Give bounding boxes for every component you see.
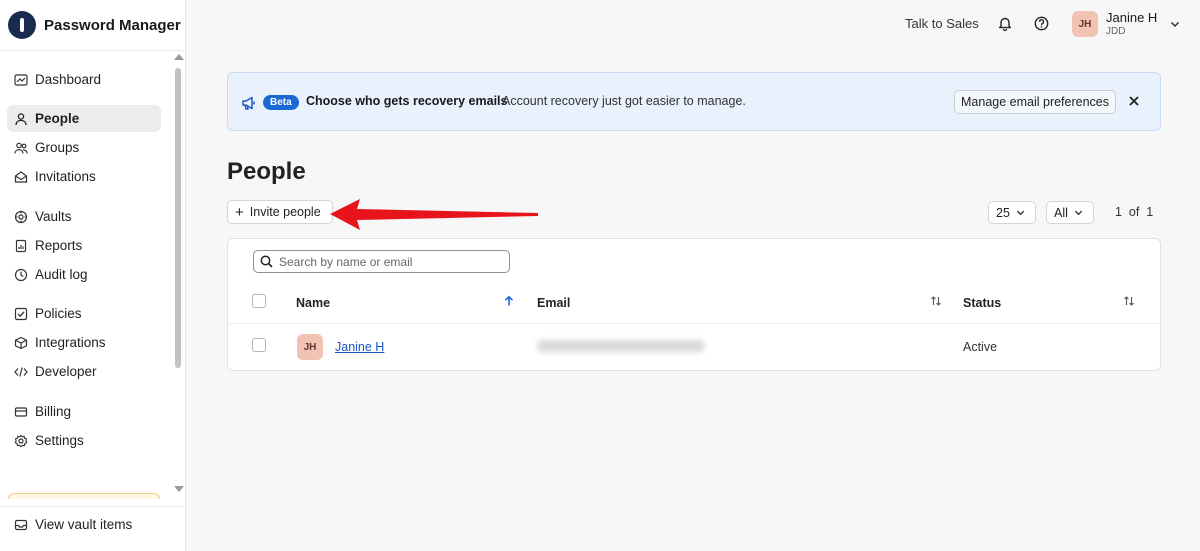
- avatar: JH: [297, 334, 323, 360]
- people-table: Name Email Status JH Janine H Active: [227, 238, 1161, 371]
- sidebar-item-invitations[interactable]: Invitations: [7, 163, 161, 190]
- code-icon: [14, 365, 28, 379]
- chevron-down-icon: [1016, 210, 1025, 216]
- sidebar-item-policies[interactable]: Policies: [7, 300, 161, 327]
- pagination-text: 1 of 1: [1115, 205, 1154, 219]
- sidebar-item-label: Billing: [35, 404, 72, 419]
- search-input[interactable]: [279, 254, 499, 269]
- sidebar-item-label: Policies: [35, 306, 82, 321]
- bell-icon[interactable]: [996, 14, 1014, 32]
- sidebar-item-reports[interactable]: Reports: [7, 232, 161, 259]
- group-icon: [14, 141, 28, 155]
- status-text: Active: [963, 340, 998, 354]
- search-icon: [260, 255, 273, 268]
- sort-icon[interactable]: [930, 295, 942, 307]
- help-icon[interactable]: [1032, 14, 1050, 32]
- person-icon: [14, 112, 28, 126]
- invite-people-label: Invite people: [249, 205, 321, 219]
- plus-icon: +: [235, 203, 244, 221]
- email-redacted: [537, 340, 705, 352]
- sidebar-item-audit-log[interactable]: Audit log: [7, 261, 161, 288]
- sidebar-item-settings[interactable]: Settings: [7, 427, 161, 454]
- sidebar-scrollbar[interactable]: [172, 52, 184, 496]
- person-name-link[interactable]: Janine H: [335, 340, 384, 354]
- checklist-icon: [14, 307, 28, 321]
- keyhole-logo-icon: [8, 11, 36, 39]
- user-org: JDD: [1106, 26, 1126, 37]
- card-icon: [14, 405, 28, 419]
- sidebar-item-groups[interactable]: Groups: [7, 134, 161, 161]
- divider: [228, 323, 1160, 324]
- sidebar-item-billing[interactable]: Billing: [7, 398, 161, 425]
- filter-value: All: [1054, 205, 1068, 220]
- row-checkbox[interactable]: [252, 338, 266, 352]
- page-size-select[interactable]: 25: [988, 201, 1036, 224]
- sidebar-item-label: Groups: [35, 140, 80, 155]
- scroll-up-arrow-icon[interactable]: [174, 54, 184, 60]
- megaphone-icon: [242, 96, 255, 110]
- sidebar-item-label: Vaults: [35, 209, 72, 224]
- banner-title: Choose who gets recovery emails: [306, 94, 508, 108]
- app-name: Password Manager: [44, 16, 181, 34]
- report-icon: [14, 239, 28, 253]
- filter-select[interactable]: All: [1046, 201, 1094, 224]
- page-title: People: [227, 158, 306, 185]
- sidebar-item-people[interactable]: People: [7, 105, 161, 132]
- envelope-icon: [14, 170, 28, 184]
- recovery-email-banner: Beta Choose who gets recovery emails Acc…: [227, 72, 1161, 131]
- sidebar-item-view-vault-items[interactable]: View vault items: [7, 511, 161, 538]
- scroll-down-arrow-icon[interactable]: [174, 486, 184, 492]
- tray-icon: [14, 518, 28, 532]
- cube-icon: [14, 336, 28, 350]
- user-name[interactable]: Janine H: [1106, 10, 1157, 25]
- column-header-status[interactable]: Status: [963, 296, 1001, 310]
- sidebar-item-label: Reports: [35, 238, 83, 253]
- invite-people-button[interactable]: + Invite people: [227, 200, 333, 224]
- sidebar-item-label: Developer: [35, 364, 97, 379]
- sidebar-item-integrations[interactable]: Integrations: [7, 329, 161, 356]
- sidebar-item-vaults[interactable]: Vaults: [7, 203, 161, 230]
- column-header-email[interactable]: Email: [537, 296, 570, 310]
- user-avatar[interactable]: JH: [1072, 11, 1098, 37]
- divider: [0, 50, 186, 51]
- manage-email-preferences-button[interactable]: Manage email preferences: [954, 90, 1116, 114]
- chevron-down-icon[interactable]: [1166, 15, 1184, 33]
- sidebar: Password Manager Dashboard People Groups…: [0, 0, 186, 551]
- column-header-name[interactable]: Name: [296, 296, 330, 310]
- sidebar-item-developer[interactable]: Developer: [7, 358, 161, 385]
- sidebar-item-label: Integrations: [35, 335, 106, 350]
- select-all-checkbox[interactable]: [252, 294, 266, 308]
- gear-icon: [14, 433, 28, 448]
- page-size-value: 25: [996, 205, 1010, 220]
- brand[interactable]: Password Manager: [8, 10, 181, 40]
- scroll-thumb[interactable]: [175, 68, 181, 368]
- sort-icon[interactable]: [1123, 295, 1135, 307]
- sort-ascending-icon[interactable]: [503, 295, 515, 307]
- sidebar-item-label: Audit log: [35, 267, 88, 282]
- talk-to-sales-link[interactable]: Talk to Sales: [905, 16, 979, 31]
- beta-badge: Beta: [263, 95, 299, 110]
- divider: [0, 506, 186, 507]
- search-box[interactable]: [253, 250, 510, 273]
- promo-card: [8, 493, 160, 499]
- sidebar-item-dashboard[interactable]: Dashboard: [7, 66, 161, 93]
- sidebar-item-label: Settings: [35, 433, 84, 448]
- dashboard-icon: [14, 73, 28, 87]
- annotation-arrow-icon: [330, 199, 538, 230]
- history-icon: [14, 268, 28, 282]
- sidebar-item-label: People: [35, 111, 80, 126]
- close-icon[interactable]: [1127, 94, 1141, 108]
- banner-text: Account recovery just got easier to mana…: [502, 94, 746, 108]
- sidebar-item-label: View vault items: [35, 517, 133, 532]
- sidebar-item-label: Dashboard: [35, 72, 102, 87]
- sidebar-item-label: Invitations: [35, 169, 96, 184]
- chevron-down-icon: [1074, 210, 1083, 216]
- vault-icon: [14, 210, 28, 224]
